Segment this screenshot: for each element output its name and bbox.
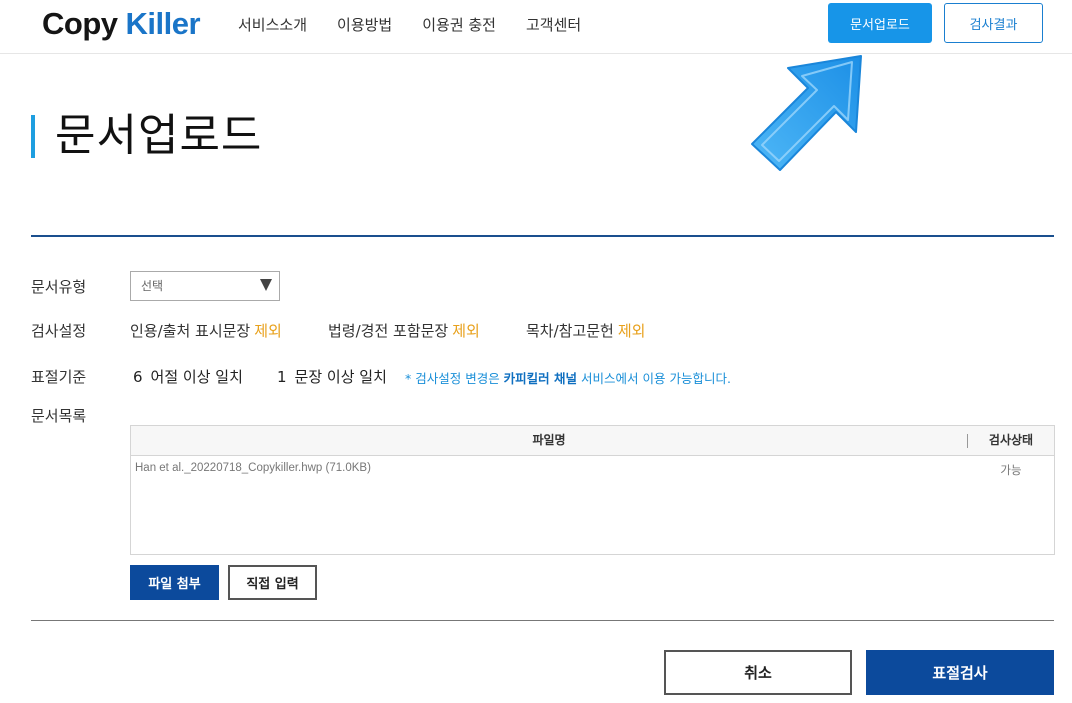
- criteria-sentences-number: 1: [277, 368, 287, 386]
- check-option-citation: 인용/출처 표시문장 제외: [130, 322, 282, 340]
- nav-item-how-to-use[interactable]: 이용방법: [337, 14, 392, 35]
- plagiarism-check-button[interactable]: 표절검사: [866, 650, 1054, 695]
- criteria-words: 6 어절 이상 일치: [133, 368, 243, 386]
- criteria-sentences: 1 문장 이상 일치: [277, 368, 387, 386]
- copykiller-logo[interactable]: Copy Killer: [42, 4, 201, 44]
- channel-link[interactable]: 카피킬러 채널: [504, 371, 577, 386]
- check-settings-label: 검사설정: [31, 322, 87, 340]
- exclude-toggle-citation[interactable]: 제외: [254, 322, 282, 340]
- attach-file-button[interactable]: 파일 첨부: [130, 565, 219, 600]
- column-header-status: 검사상태: [988, 433, 1034, 447]
- document-upload-button[interactable]: 문서업로드: [828, 3, 932, 43]
- doc-type-selected-value: 선택: [141, 279, 164, 293]
- criteria-label: 표절기준: [31, 368, 87, 386]
- check-option-law: 법령/경전 포함문장 제외: [328, 322, 480, 340]
- main-nav: 서비스소개 이용방법 이용권 충전 고객센터: [238, 0, 611, 48]
- caret-down-icon: [260, 279, 272, 291]
- logo-word-copy: Copy: [42, 6, 118, 41]
- file-table: 파일명 검사상태 Han et al._20220718_Copykiller.…: [130, 425, 1055, 555]
- doc-type-label: 문서유형: [31, 278, 87, 296]
- cancel-button[interactable]: 취소: [664, 650, 852, 695]
- page-title: 문서업로드: [55, 110, 263, 161]
- settings-note: * 검사설정 변경은 카피킬러 채널 서비스에서 이용 가능합니다.: [405, 371, 731, 386]
- top-header: Copy Killer 서비스소개 이용방법 이용권 충전 고객센터 문서업로드 …: [0, 0, 1072, 54]
- exclude-toggle-toc[interactable]: 제외: [618, 322, 646, 340]
- section-divider: [31, 235, 1054, 237]
- column-header-filename: 파일명: [532, 433, 566, 447]
- nav-item-service-intro[interactable]: 서비스소개: [238, 14, 307, 35]
- doc-type-select[interactable]: 선택: [130, 271, 280, 301]
- exclude-toggle-law[interactable]: 제외: [452, 322, 480, 340]
- nav-item-recharge[interactable]: 이용권 충전: [422, 14, 496, 35]
- direct-input-button[interactable]: 직접 입력: [228, 565, 317, 600]
- footer-divider: [31, 620, 1054, 621]
- check-results-button[interactable]: 검사결과: [944, 3, 1043, 43]
- check-option-toc: 목차/참고문헌 제외: [526, 322, 646, 340]
- pointer-arrow-icon: [751, 55, 862, 171]
- logo-word-killer: Killer: [125, 6, 201, 41]
- doc-list-label: 문서목록: [31, 407, 87, 425]
- file-table-header: 파일명 검사상태: [131, 426, 1054, 456]
- title-accent-bar: [31, 115, 35, 158]
- file-status-cell: 가능: [1000, 463, 1022, 477]
- table-row[interactable]: Han et al._20220718_Copykiller.hwp (71.0…: [131, 457, 1054, 481]
- nav-item-customer-center[interactable]: 고객센터: [526, 14, 581, 35]
- criteria-words-number: 6: [133, 368, 143, 386]
- file-name-cell: Han et al._20220718_Copykiller.hwp (71.0…: [135, 462, 371, 474]
